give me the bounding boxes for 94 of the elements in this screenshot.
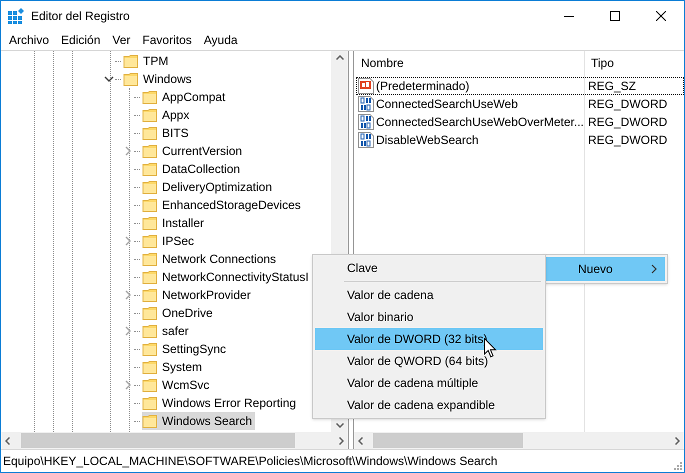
tree-item[interactable]: SettingSync: [142, 340, 230, 358]
binary-value-icon: [358, 96, 374, 112]
tree-item[interactable]: NetworkProvider: [142, 286, 254, 304]
horizontal-scrollbar[interactable]: [354, 432, 684, 449]
column-header[interactable]: Tipo: [591, 54, 614, 72]
folder-icon: [142, 89, 158, 105]
horizontal-scrollbar[interactable]: [1, 432, 348, 449]
tree-item[interactable]: Windows Search: [142, 412, 256, 430]
tree-item[interactable]: Network Connections: [142, 250, 280, 268]
tree-item[interactable]: Appx: [142, 106, 192, 124]
tree-item[interactable]: WcmSvc: [142, 376, 212, 394]
expand-chevron-icon[interactable]: [123, 290, 133, 300]
tree-item[interactable]: EnhancedStorageDevices: [142, 196, 304, 214]
maximize-icon: [610, 10, 620, 20]
tree-item[interactable]: Windows: [123, 70, 195, 88]
scroll-right-icon[interactable]: [339, 436, 344, 444]
close-icon: [656, 10, 666, 20]
folder-icon: [142, 269, 158, 285]
string-value-icon: [358, 78, 374, 94]
tree-item[interactable]: TPM: [123, 52, 172, 70]
tree-item[interactable]: safer: [142, 322, 192, 340]
collapse-chevron-icon[interactable]: [104, 74, 114, 84]
folder-icon: [142, 341, 158, 357]
value-name: DisableWebSearch: [376, 132, 478, 149]
scroll-right-icon[interactable]: [675, 436, 680, 444]
menu-item[interactable]: Valor de cadena: [315, 284, 543, 306]
tree-item[interactable]: NetworkConnectivityStatusI: [142, 268, 312, 286]
menu-item[interactable]: Ver: [106, 30, 136, 50]
folder-icon: [142, 377, 158, 393]
tree-item[interactable]: DeliveryOptimization: [142, 178, 276, 196]
value-row[interactable]: (Predeterminado) REG_SZ: [356, 77, 684, 95]
menu-item[interactable]: Archivo: [3, 30, 56, 50]
menu-item[interactable]: Valor binario: [315, 306, 543, 328]
binary-value-icon: [358, 114, 374, 130]
menu-item[interactable]: Favoritos: [136, 30, 198, 50]
menu-item[interactable]: Valor de cadena expandible: [315, 394, 543, 416]
tree-item[interactable]: BITS: [142, 124, 192, 142]
menu-item[interactable]: Clave: [315, 257, 543, 279]
menu-item[interactable]: Valor de cadena múltiple: [315, 372, 543, 394]
value-row[interactable]: ConnectedSearchUseWeb REG_DWORD: [356, 95, 684, 113]
expand-chevron-icon[interactable]: [123, 146, 133, 156]
folder-icon: [142, 323, 158, 339]
menu-item[interactable]: Valor de QWORD (64 bits): [315, 350, 543, 372]
scrollbar-thumb[interactable]: [21, 433, 295, 448]
tree-item[interactable]: AppCompat: [142, 88, 228, 106]
menu-item[interactable]: Edición: [55, 30, 106, 50]
folder-icon: [142, 179, 158, 195]
folder-icon: [123, 53, 139, 69]
expand-chevron-icon[interactable]: [123, 380, 133, 390]
scrollbar-thumb[interactable]: [373, 433, 523, 448]
expand-chevron-icon[interactable]: [123, 326, 133, 336]
folder-icon: [123, 71, 139, 87]
scroll-left-icon[interactable]: [358, 436, 363, 444]
tree-item[interactable]: Windows Error Reporting: [142, 394, 300, 412]
menu-item[interactable]: Ayuda: [198, 30, 244, 50]
tree-item[interactable]: System: [142, 358, 206, 376]
tree-item[interactable]: Installer: [142, 214, 208, 232]
column-header[interactable]: Nombre: [361, 54, 404, 72]
value-type: REG_DWORD: [588, 97, 668, 111]
value-row[interactable]: DisableWebSearch REG_DWORD: [356, 131, 684, 149]
resize-grip-icon[interactable]: [672, 460, 682, 470]
folder-icon: [142, 359, 158, 375]
folder-icon: [142, 125, 158, 141]
scroll-left-icon[interactable]: [5, 436, 10, 444]
tree-item[interactable]: IPSec: [142, 232, 198, 250]
tree-item[interactable]: OneDrive: [142, 304, 216, 322]
folder-icon: [142, 251, 158, 267]
status-bar-path: Equipo\HKEY_LOCAL_MACHINE\SOFTWARE\Policies\Microsoft\Windows\Windows Search: [3, 453, 498, 470]
folder-icon: [142, 143, 158, 159]
folder-icon: [142, 197, 158, 213]
folder-icon: [142, 305, 158, 321]
registry-app-icon: [8, 8, 24, 24]
value-type: REG_SZ: [588, 79, 636, 93]
folder-icon: [142, 161, 158, 177]
expand-chevron-icon[interactable]: [123, 236, 133, 246]
scroll-down-icon[interactable]: [336, 423, 344, 428]
tree-item[interactable]: DataCollection: [142, 160, 244, 178]
scroll-up-icon[interactable]: [336, 55, 344, 60]
value-name: ConnectedSearchUseWebOverMeter...: [376, 114, 584, 131]
tree-item[interactable]: CurrentVersion: [142, 142, 246, 160]
value-name: ConnectedSearchUseWeb: [376, 96, 518, 113]
folder-icon: [142, 215, 158, 231]
menu-item[interactable]: Nuevo: [546, 257, 665, 281]
value-row[interactable]: ConnectedSearchUseWebOverMeter... REG_DWORD: [356, 113, 684, 131]
folder-icon: [142, 395, 158, 411]
folder-icon: [142, 233, 158, 249]
value-type: REG_DWORD: [588, 115, 668, 129]
window-title: Editor del Registro: [31, 8, 130, 24]
folder-icon: [142, 107, 158, 123]
value-type: REG_DWORD: [588, 133, 668, 147]
folder-icon: [142, 413, 158, 429]
binary-value-icon: [358, 132, 374, 148]
folder-icon: [142, 287, 158, 303]
value-name: (Predeterminado): [376, 78, 470, 95]
